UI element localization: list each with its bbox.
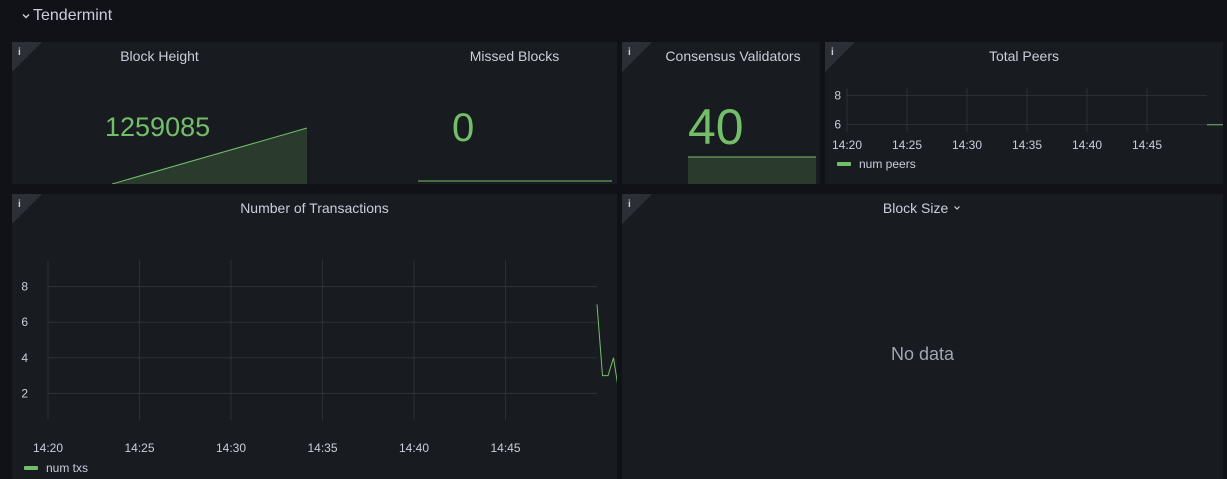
y-tick-label: 6 [834, 118, 841, 132]
sparkline [688, 156, 816, 184]
series-line [1207, 124, 1223, 126]
legend-label: num peers [859, 157, 916, 171]
panel-consensus-validators: i Consensus Validators 40 [622, 42, 820, 184]
x-tick-label: 14:20 [832, 138, 862, 152]
chevron-down-icon [954, 206, 961, 210]
x-tick-label: 14:30 [952, 138, 982, 152]
x-tick-label: 14:40 [1072, 138, 1102, 152]
legend-swatch [837, 162, 851, 166]
x-tick-label: 14:45 [490, 441, 520, 455]
panel-title: Missed Blocks [469, 48, 560, 64]
panel-block-height: i Block Height 1259085 [12, 42, 412, 184]
x-tick-label: 14:30 [216, 441, 246, 455]
y-tick-label: 8 [834, 88, 841, 102]
sparkline [112, 127, 308, 184]
chevron-down-icon[interactable] [20, 10, 32, 22]
panel-total-peers: i Total Peers 6 8 14:20 14:25 14:30 14:35 14:4… [825, 42, 1223, 184]
svg-text:i: i [628, 47, 631, 58]
y-tick-label: 2 [21, 386, 28, 400]
panel-title: Consensus Validators [665, 48, 801, 64]
y-tick-label: 8 [21, 280, 28, 294]
panel-title-menu[interactable]: Block Size [622, 200, 1223, 216]
x-tick-label: 14:45 [1132, 138, 1162, 152]
legend-item[interactable]: num peers [837, 157, 916, 171]
legend-swatch [24, 466, 38, 470]
sparkline [418, 180, 612, 182]
panel-title: Block Size [882, 200, 949, 216]
y-tick-label: 4 [21, 351, 28, 365]
stat-value: 40 [688, 99, 744, 155]
panel-number-of-transactions: i Number of Transactions 2 4 6 8 14:20 14:25 1… [12, 194, 617, 479]
series-line [596, 304, 617, 384]
panel-missed-blocks: Missed Blocks 0 [412, 42, 617, 184]
legend-label: num txs [46, 461, 89, 475]
x-tick-label: 14:35 [1012, 138, 1042, 152]
legend-item[interactable]: num txs [24, 461, 88, 475]
x-tick-label: 14:20 [33, 441, 63, 455]
stat-value: 0 [452, 106, 475, 150]
no-data-message: No data [890, 344, 955, 364]
panel-title: Total Peers [988, 48, 1060, 64]
peers-chart: 6 8 14:20 14:25 14:30 14:35 14:40 14:45 [832, 88, 1223, 152]
x-tick-label: 14:40 [399, 441, 429, 455]
x-tick-label: 14:35 [307, 441, 337, 455]
panel-title: Number of Transactions [240, 200, 389, 216]
y-tick-label: 6 [21, 315, 28, 329]
row-title: Tendermint [33, 7, 113, 24]
panel-block-size: i Block Size No data [622, 194, 1223, 479]
x-tick-label: 14:25 [124, 441, 154, 455]
row-header-tendermint[interactable]: Tendermint [0, 0, 400, 34]
x-tick-label: 14:25 [892, 138, 922, 152]
panel-title: Block Height [120, 48, 199, 64]
txs-chart: 2 4 6 8 14:20 14:25 14:30 14:35 14:40 14:45 [21, 260, 617, 455]
